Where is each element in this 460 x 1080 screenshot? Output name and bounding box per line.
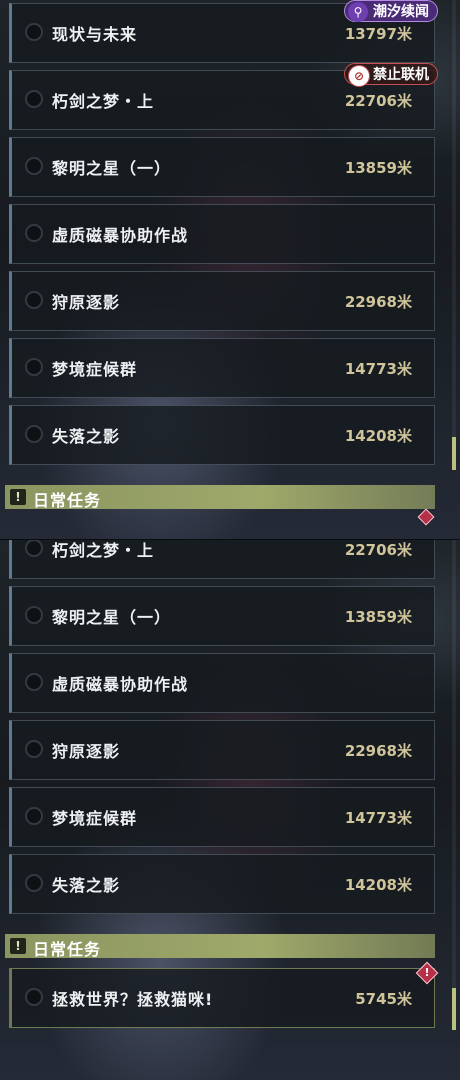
- quest-name: 朽剑之梦・上: [52, 541, 155, 560]
- quest-name: 虚质磁暴协助作战: [52, 675, 189, 694]
- tide-badge[interactable]: ⚲ 潮汐续闻: [344, 0, 438, 22]
- quest-track-radio[interactable]: [25, 157, 43, 175]
- quest-name: 虚质磁暴协助作战: [52, 226, 189, 245]
- quest-distance: 5745米: [355, 990, 412, 1008]
- quest-distance: 14208米: [344, 427, 412, 445]
- quest-track-radio[interactable]: [25, 540, 43, 557]
- quest-name: 拯救世界？拯救猫咪!: [52, 990, 214, 1009]
- quest-track-radio[interactable]: [25, 90, 43, 108]
- scrollbar-track[interactable]: [452, 540, 456, 1030]
- quest-row[interactable]: 失落之影 14208米: [9, 854, 435, 914]
- quest-name: 狩原逐影: [52, 742, 121, 761]
- quest-track-radio[interactable]: [25, 988, 43, 1006]
- quest-track-radio[interactable]: [25, 23, 43, 41]
- quest-distance: 14773米: [344, 360, 412, 378]
- quest-list-panel-bottom: 朽剑之梦・上 22706米 黎明之星（一） 13859米 虚质磁暴协助作战 狩原…: [0, 540, 460, 1080]
- quest-name: 梦境症候群: [52, 360, 138, 379]
- no-link-icon: ⊘: [348, 65, 370, 87]
- quest-track-radio[interactable]: [25, 740, 43, 758]
- quest-row[interactable]: 朽剑之梦・上 22706米: [9, 540, 435, 579]
- no-link-badge-label: 禁止联机: [373, 67, 429, 83]
- quest-row[interactable]: 虚质磁暴协助作战: [9, 204, 435, 264]
- quest-row[interactable]: 虚质磁暴协助作战: [9, 653, 435, 713]
- quest-row[interactable]: 失落之影 14208米: [9, 405, 435, 465]
- tide-icon: ⚲: [348, 2, 368, 22]
- scrollbar-thumb[interactable]: [452, 437, 456, 470]
- daily-quest-row[interactable]: 拯救世界？拯救猫咪! 5745米: [9, 968, 435, 1028]
- quest-distance: 22968米: [344, 293, 412, 311]
- quest-name: 黎明之星（一）: [52, 159, 172, 178]
- quest-distance: 22706米: [344, 92, 412, 110]
- scrollbar-thumb[interactable]: [452, 988, 456, 1030]
- section-header-daily[interactable]: ! 日常任务: [5, 485, 435, 510]
- exclamation-icon: !: [10, 489, 26, 505]
- quest-track-radio[interactable]: [25, 358, 43, 376]
- quest-name: 狩原逐影: [52, 293, 121, 312]
- quest-name: 失落之影: [52, 876, 121, 895]
- no-link-badge[interactable]: ⊘ 禁止联机: [344, 63, 438, 87]
- quest-track-radio[interactable]: [25, 874, 43, 892]
- quest-row[interactable]: 黎明之星（一） 13859米: [9, 137, 435, 197]
- quest-track-radio[interactable]: [25, 807, 43, 825]
- quest-name: 现状与未来: [52, 25, 138, 44]
- section-header-daily[interactable]: ! 日常任务: [5, 934, 435, 959]
- quest-name: 朽剑之梦・上: [52, 92, 155, 111]
- quest-track-radio[interactable]: [25, 224, 43, 242]
- quest-row[interactable]: 狩原逐影 22968米: [9, 720, 435, 780]
- quest-track-radio[interactable]: [25, 291, 43, 309]
- quest-name: 失落之影: [52, 427, 121, 446]
- quest-row[interactable]: 梦境症候群 14773米: [9, 338, 435, 398]
- quest-name: 梦境症候群: [52, 809, 138, 828]
- quest-track-radio[interactable]: [25, 425, 43, 443]
- quest-distance: 22706米: [344, 541, 412, 559]
- quest-row[interactable]: 梦境症候群 14773米: [9, 787, 435, 847]
- quest-row[interactable]: 黎明之星（一） 13859米: [9, 586, 435, 646]
- section-title: 日常任务: [33, 491, 102, 510]
- scrollbar-track[interactable]: [452, 0, 456, 470]
- quest-track-radio[interactable]: [25, 673, 43, 691]
- quest-distance: 14208米: [344, 876, 412, 894]
- quest-distance: 13859米: [344, 608, 412, 626]
- quest-distance: 22968米: [344, 742, 412, 760]
- quest-track-radio[interactable]: [25, 606, 43, 624]
- quest-distance: 13797米: [344, 25, 412, 43]
- quest-distance: 14773米: [344, 809, 412, 827]
- section-title: 日常任务: [33, 940, 102, 959]
- quest-row[interactable]: 狩原逐影 22968米: [9, 271, 435, 331]
- exclamation-icon: !: [10, 938, 26, 954]
- quest-name: 黎明之星（一）: [52, 608, 172, 627]
- tide-badge-label: 潮汐续闻: [373, 4, 429, 20]
- quest-distance: 13859米: [344, 159, 412, 177]
- quest-list-panel-top: 现状与未来 13797米 朽剑之梦・上 22706米 黎明之星（一） 13859…: [0, 0, 460, 540]
